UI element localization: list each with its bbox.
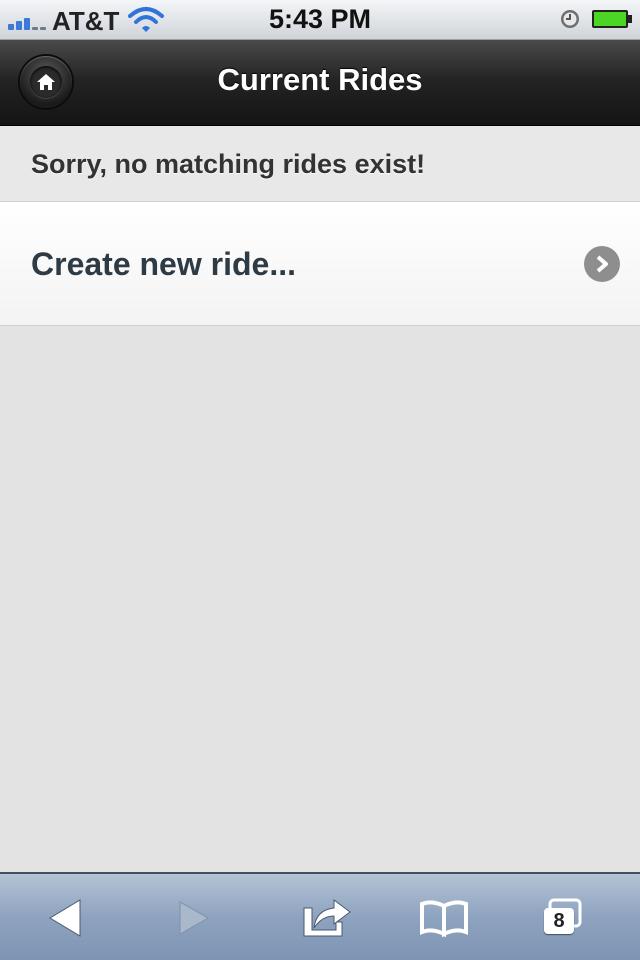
status-time: 5:43 PM <box>268 4 372 34</box>
bookmarks-button[interactable] <box>396 874 492 960</box>
forward-button[interactable] <box>144 874 240 960</box>
page-title: Current Rides <box>217 62 423 97</box>
forward-arrow-icon <box>179 901 210 935</box>
chevron-right-icon[interactable] <box>584 246 620 282</box>
header-bar: Current Rides <box>0 40 640 126</box>
bookmarks-icon <box>420 900 468 938</box>
create-ride-item[interactable]: Create new ride... <box>0 202 640 326</box>
tabs-button[interactable]: 8 <box>530 874 626 960</box>
back-button[interactable] <box>16 874 112 960</box>
status-bar: AT&T 5:43 PM <box>0 0 640 40</box>
share-icon <box>303 899 351 937</box>
battery-icon <box>591 9 633 29</box>
alarm-clock-icon <box>560 9 580 29</box>
browser-toolbar: 8 <box>0 872 640 960</box>
empty-message: Sorry, no matching rides exist! <box>31 149 426 179</box>
back-arrow-icon <box>49 899 81 937</box>
tabs-count: 8 <box>544 908 574 934</box>
share-button[interactable] <box>276 874 372 960</box>
create-ride-label: Create new ride... <box>31 246 296 282</box>
empty-message-row: Sorry, no matching rides exist! <box>0 126 640 202</box>
